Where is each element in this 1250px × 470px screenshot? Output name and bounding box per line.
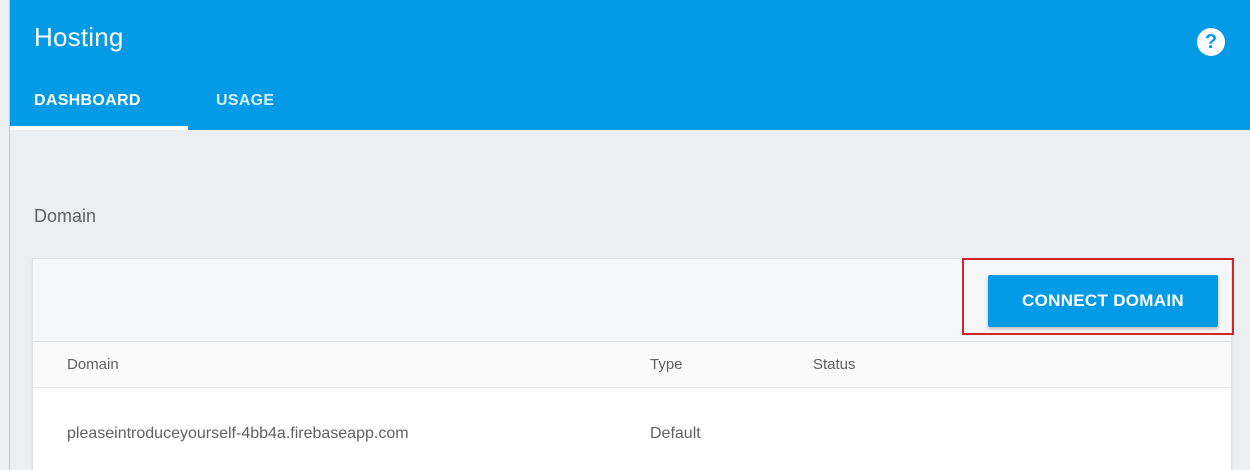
table-header: Domain Type Status [33,342,1231,388]
tab-usage[interactable]: USAGE [216,78,296,130]
column-header-type: Type [650,356,683,373]
card-toolbar: CONNECT DOMAIN [33,258,1234,342]
domain-card: CONNECT DOMAIN Domain Type Status please… [33,258,1234,470]
column-header-domain: Domain [67,356,119,373]
tab-dashboard[interactable]: DASHBOARD [10,78,188,130]
active-tab-indicator [10,126,188,130]
cell-domain: pleaseintroduceyourself-4bb4a.firebaseap… [67,425,409,442]
table-row: pleaseintroduceyourself-4bb4a.firebaseap… [33,388,1231,470]
help-icon[interactable]: ? [1197,28,1225,56]
page-title: Hosting [34,22,124,52]
hosting-page: Hosting ? DASHBOARD USAGE Domain CONNECT… [0,0,1250,470]
highlight-box [962,258,1234,335]
column-header-status: Status [813,356,856,373]
app-header: Hosting ? DASHBOARD USAGE [10,0,1250,130]
cell-type: Default [650,425,701,442]
section-label-domain: Domain [34,206,97,226]
